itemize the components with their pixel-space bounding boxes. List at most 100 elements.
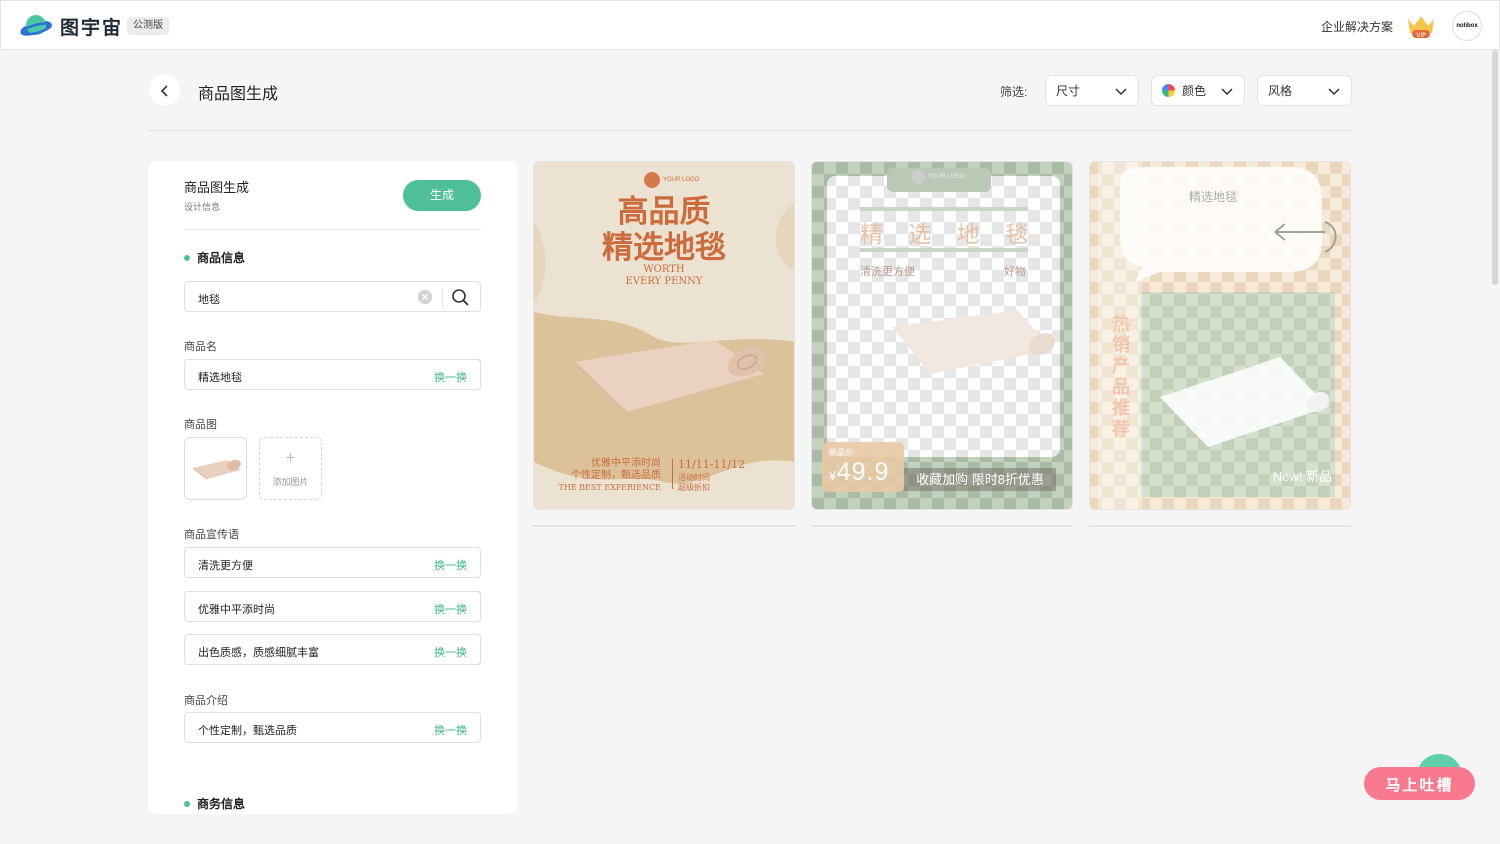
filter-size-label: 尺寸 xyxy=(1056,84,1081,98)
slogan-value: 出色质感，质感细腻丰富 xyxy=(198,647,319,659)
clear-icon[interactable] xyxy=(417,289,433,305)
vip-label: VIP xyxy=(1416,32,1426,39)
vip-crown-icon[interactable]: VIP xyxy=(1405,13,1437,39)
price-label: 新品价 xyxy=(829,448,853,457)
currency-symbol: ¥ xyxy=(829,469,837,483)
product-info-heading: 商品信息 xyxy=(184,249,245,266)
card-underline xyxy=(1089,525,1351,527)
scrollbar[interactable] xyxy=(1492,50,1498,285)
card-underline xyxy=(533,525,795,527)
poster-bottom-text: 优雅中平添时尚 个性定制，甄选品质 THE BEST EXPERIENCE xyxy=(558,458,661,494)
feedback-button[interactable]: 马上吐槽 xyxy=(1364,767,1475,800)
headline-line-1: 高品质 xyxy=(617,194,711,230)
back-button[interactable] xyxy=(149,75,180,106)
filter-color-label: 颜色 xyxy=(1182,84,1207,98)
bottom-line-2: 个性定制，甄选品质 xyxy=(571,470,661,481)
tagline-1: WORTH xyxy=(643,264,685,275)
event-line-1: 活动时间 xyxy=(678,473,710,482)
filter-size-select[interactable]: 尺寸 xyxy=(1045,75,1139,106)
product-image-label: 商品图 xyxy=(184,419,217,431)
poster-subtitle-right: 好物 xyxy=(1004,266,1026,278)
price-value: ¥49.9 xyxy=(829,458,889,487)
slogan-label: 商品宣传语 xyxy=(184,529,239,541)
logo-circle-icon xyxy=(644,172,660,188)
swap-button[interactable]: 换一换 xyxy=(434,601,467,617)
intro-field[interactable]: 个性定制，甄选品质 换一换 xyxy=(184,712,481,743)
product-name-field[interactable]: 精选地毯 换一换 xyxy=(184,359,481,390)
product-search-input[interactable]: 地毯 xyxy=(184,281,481,312)
section-title: 商务信息 xyxy=(197,797,246,811)
intro-value: 个性定制，甄选品质 xyxy=(198,725,297,737)
slogan-field-3[interactable]: 出色质感，质感细腻丰富 换一换 xyxy=(184,634,481,665)
panel-subtitle: 设计信息 xyxy=(184,202,221,212)
title-char: 选 xyxy=(908,222,932,248)
bottom-line-1: 优雅中平添时尚 xyxy=(591,458,661,469)
add-image-button[interactable]: + 添加图片 xyxy=(259,437,322,500)
swap-button[interactable]: 换一换 xyxy=(434,644,467,660)
section-title: 商品信息 xyxy=(197,251,246,265)
planet-logo-icon[interactable] xyxy=(19,12,53,40)
search-value: 地毯 xyxy=(198,294,220,306)
business-info-heading: 商务信息 xyxy=(184,795,245,812)
swap-button[interactable]: 换一换 xyxy=(434,369,467,385)
poster-vertical-text: 热销产品推荐 xyxy=(1112,314,1130,439)
top-bar: 图宇宙 公测版 企业解决方案 VIP nolibox xyxy=(0,0,1500,50)
title-char: 精 xyxy=(860,222,883,248)
generate-button[interactable]: 生成 xyxy=(403,180,481,211)
slogan-field-2[interactable]: 优雅中平添时尚 换一换 xyxy=(184,591,481,622)
poster-title: 精选地毯 xyxy=(1189,190,1238,204)
slogan-value: 优雅中平添时尚 xyxy=(198,604,275,616)
page-title: 商品图生成 xyxy=(198,86,279,103)
poster-title: 精 选 地 毯 xyxy=(860,215,1028,249)
poster-event-text: 活动时间 超级折扣 xyxy=(678,473,710,493)
bullet-dot xyxy=(184,800,190,807)
swap-button[interactable]: 换一换 xyxy=(434,722,467,738)
brand-name[interactable]: 图宇宙 xyxy=(60,13,123,40)
swap-button[interactable]: 换一换 xyxy=(434,557,467,573)
chevron-down-icon xyxy=(1328,88,1340,96)
search-icon[interactable] xyxy=(451,288,470,307)
logo-text: YOUR LOGO xyxy=(928,174,965,180)
filter-style-label: 风格 xyxy=(1268,84,1293,98)
bottom-line-3: THE BEST EXPERIENCE xyxy=(558,483,661,492)
price-number: 49.9 xyxy=(836,458,890,486)
poster-card-1[interactable]: YOUR LOGO 高品质 精选地毯 WORTH EVERY PENNY 优雅中… xyxy=(533,161,795,510)
enterprise-solutions-link[interactable]: 企业解决方案 xyxy=(1321,18,1393,35)
headline-line-2: 精选地毯 xyxy=(602,230,726,266)
poster-logo: YOUR LOGO xyxy=(911,170,964,184)
divider xyxy=(184,229,481,230)
beta-badge: 公测版 xyxy=(127,17,169,35)
add-image-label: 添加图片 xyxy=(272,477,309,487)
poster-card-3[interactable]: 精选地毯 热销产品推荐 New! 新品 xyxy=(1089,161,1351,510)
poster-card-2[interactable]: YOUR LOGO 精 选 地 毯 清洗更方便 好物 新品价 ¥49.9 收藏加… xyxy=(811,161,1073,510)
event-line-2: 超级折扣 xyxy=(678,483,710,492)
poster-tagline: WORTH EVERY PENNY xyxy=(534,264,794,288)
chevron-down-icon xyxy=(1221,88,1233,96)
tagline-2: EVERY PENNY xyxy=(625,276,703,287)
title-char: 毯 xyxy=(1004,222,1028,248)
color-wheel-icon xyxy=(1162,84,1175,97)
poster-headline: 高品质 精选地毯 xyxy=(534,194,794,266)
new-badge: New! 新品 xyxy=(1272,469,1332,484)
product-image-thumbnail[interactable] xyxy=(184,437,247,500)
slogan-field-1[interactable]: 清洗更方便 换一换 xyxy=(184,547,481,578)
filter-color-select[interactable]: 颜色 xyxy=(1151,75,1245,106)
plus-icon: + xyxy=(285,448,296,467)
product-name-label: 商品名 xyxy=(184,341,217,353)
panel-title: 商品图生成 xyxy=(184,180,250,195)
feedback-label: 马上吐槽 xyxy=(1385,777,1454,794)
logo-circle-icon xyxy=(911,170,925,184)
poster-date: 11/11-11/12 xyxy=(678,458,746,471)
user-avatar[interactable]: nolibox xyxy=(1452,11,1482,41)
bullet-dot xyxy=(184,254,190,261)
title-char: 地 xyxy=(956,222,980,248)
logo-text: YOUR LOGO xyxy=(663,177,700,183)
separator xyxy=(442,288,443,307)
rug-thumbnail-image xyxy=(192,459,241,480)
slogan-value: 清洗更方便 xyxy=(198,560,253,572)
poster-subtitle-left: 清洗更方便 xyxy=(860,266,915,278)
divider xyxy=(672,459,673,489)
chevron-left-icon xyxy=(160,84,168,97)
filter-style-select[interactable]: 风格 xyxy=(1257,75,1352,106)
filter-label: 筛选: xyxy=(1000,85,1028,99)
